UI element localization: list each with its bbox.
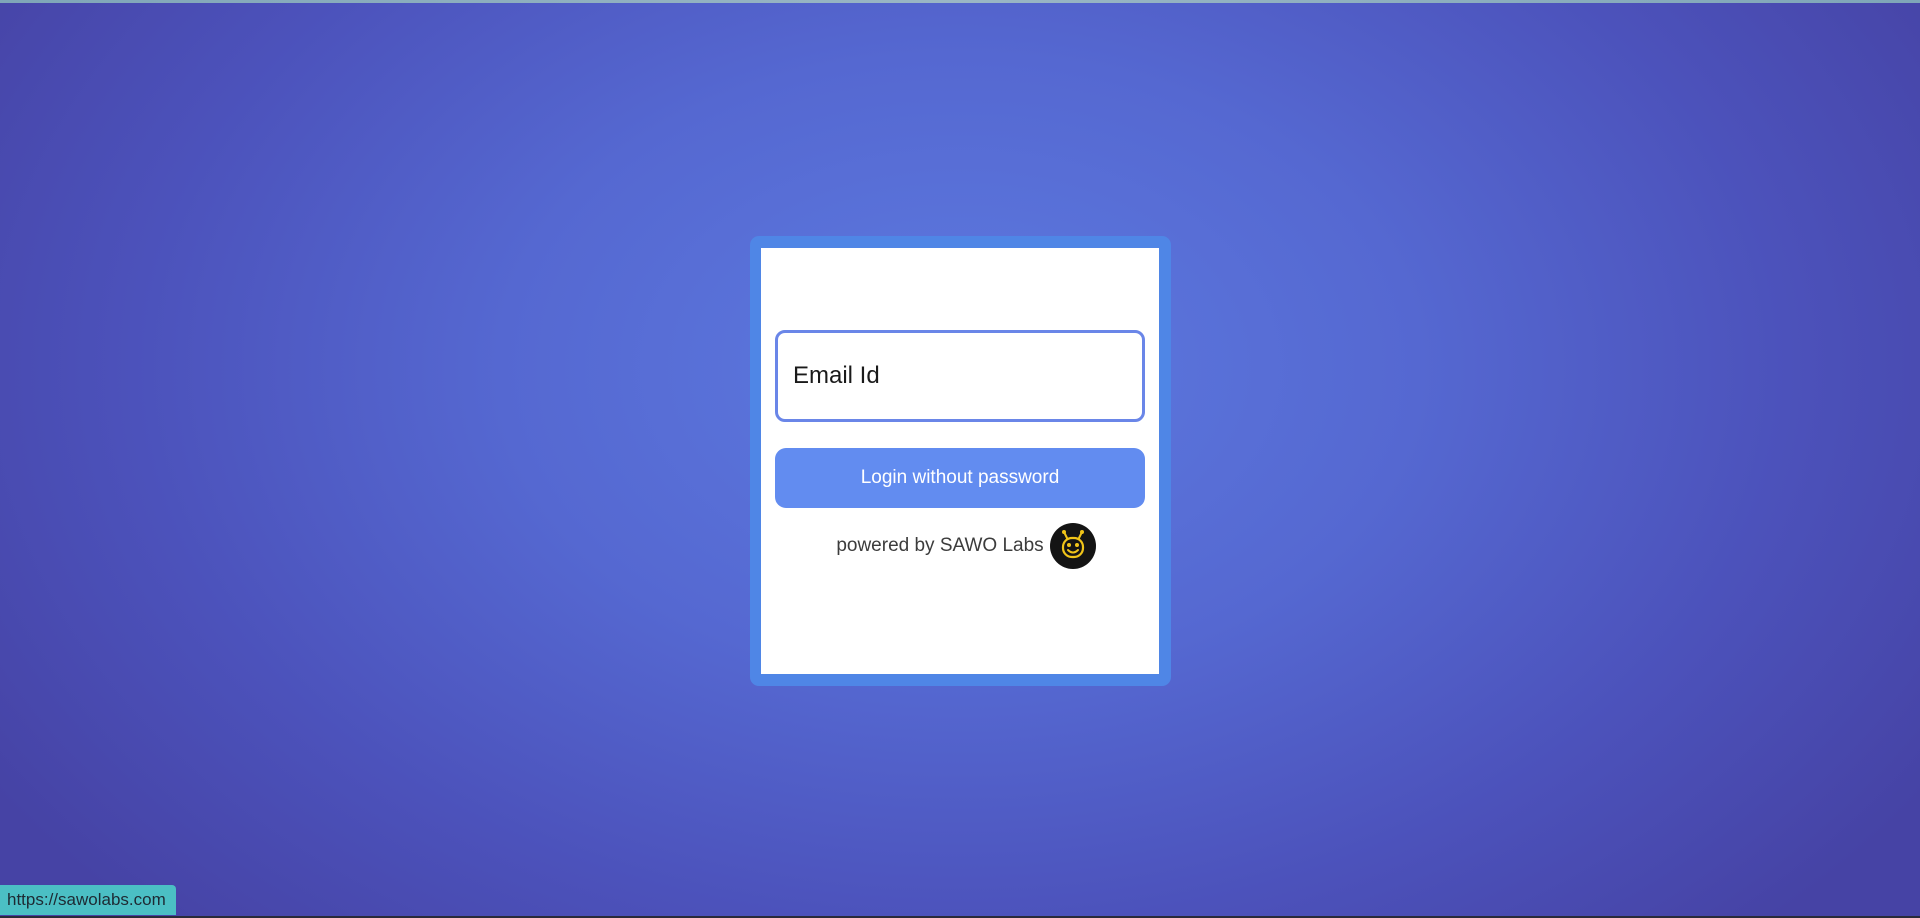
sawo-bee-logo-icon[interactable] [1049,523,1096,569]
powered-by-text: powered by SAWO Labs [836,535,1044,556]
login-without-password-button[interactable]: Login without password [775,448,1145,508]
bee-face-icon [1061,530,1084,559]
email-input[interactable] [775,330,1145,422]
browser-top-strip [0,0,1920,3]
status-bar-url: https://sawolabs.com [0,885,176,915]
powered-by-row: powered by SAWO Labs [775,522,1145,570]
